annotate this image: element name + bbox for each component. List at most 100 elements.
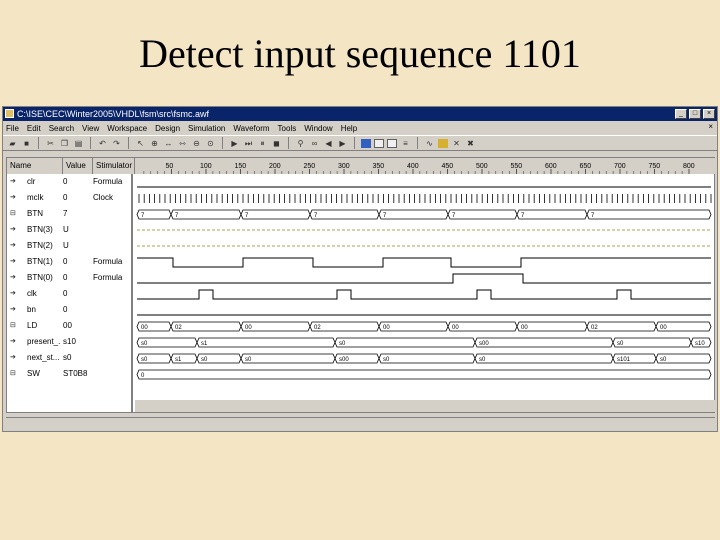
- close-button[interactable]: ×: [703, 109, 715, 119]
- new-waveform-icon[interactable]: [374, 138, 384, 148]
- save-icon[interactable]: ■: [21, 138, 32, 149]
- toolbar-separator: [128, 137, 129, 149]
- list-icon[interactable]: [387, 138, 397, 148]
- ruler-label: 600: [545, 163, 557, 170]
- signal-name: clk: [27, 289, 37, 298]
- mdi-close-icon[interactable]: ×: [708, 122, 713, 131]
- signal-row[interactable]: ➔ bn 0: [7, 302, 133, 318]
- ruler-label: 250: [304, 163, 316, 170]
- marker-icon[interactable]: ✕: [451, 138, 462, 149]
- zoom-in-icon[interactable]: ⊕: [149, 138, 160, 149]
- minimize-button[interactable]: _: [675, 109, 687, 119]
- ld-bus-label: 02: [314, 325, 321, 331]
- signal-value: U: [63, 241, 69, 250]
- signal-stimulator[interactable]: Formula: [93, 270, 131, 286]
- present-state-bus-label: s0: [141, 341, 148, 347]
- zoom-full-icon[interactable]: ⊙: [205, 138, 216, 149]
- next-edge-icon[interactable]: ▶: [337, 138, 348, 149]
- find-icon[interactable]: ⚲: [295, 138, 306, 149]
- signal-name: mclk: [27, 193, 44, 202]
- menu-tools[interactable]: Tools: [278, 124, 297, 133]
- signal-name: BTN: [27, 209, 43, 218]
- horizontal-scrollbar[interactable]: [135, 400, 716, 412]
- menu-help[interactable]: Help: [341, 124, 357, 133]
- signal-row[interactable]: ➔ mclk 0 Clock: [7, 190, 133, 206]
- signal-row[interactable]: ➔ BTN(0) 0 Formula: [7, 270, 133, 286]
- binoculars-icon[interactable]: ∞: [309, 138, 320, 149]
- toolbar-separator: [417, 137, 418, 149]
- signal-row[interactable]: ⊟ SW ST0B8: [7, 366, 133, 382]
- add-signal-icon[interactable]: [361, 138, 371, 148]
- bus-edit-icon[interactable]: ≡: [400, 138, 411, 149]
- paste-icon[interactable]: ▤: [73, 138, 84, 149]
- btn-bus-segment: [309, 209, 380, 220]
- prev-edge-icon[interactable]: ◀: [323, 138, 334, 149]
- menu-design[interactable]: Design: [155, 124, 180, 133]
- next-state-bus-label: s0: [201, 357, 208, 363]
- value-column-header[interactable]: Value: [63, 158, 93, 174]
- signal-row[interactable]: ➔ BTN(1) 0 Formula: [7, 254, 133, 270]
- stop-icon[interactable]: ◼: [271, 138, 282, 149]
- signal-name: LD: [27, 321, 38, 330]
- window-titlebar[interactable]: C:\ISE\CEC\Winter2005\VHDL\fsm\src\fsmc.…: [3, 107, 717, 121]
- menu-simulation[interactable]: Simulation: [188, 124, 225, 133]
- step-icon[interactable]: ⏭: [243, 138, 254, 149]
- menu-file[interactable]: File: [6, 124, 19, 133]
- toolbar: ▰ ■ ✂ ❐ ▤ ↶ ↷ ↖ ⊕ ↔ ⇿ ⊖ ⊙ ▶ ⏭ ⏸ ◼ ⚲ ∞ ◀ …: [3, 135, 717, 151]
- waveform-panel: Name Value Stimulator ➔ clr 0 Formula ➔ mclk 0…: [6, 157, 716, 414]
- btn-bus-label: 7: [175, 213, 179, 219]
- signal-row[interactable]: ⊟ BTN 7: [7, 206, 133, 222]
- slide-title: Detect input sequence 1101: [139, 31, 581, 76]
- open-folder-icon[interactable]: ▰: [7, 138, 18, 149]
- cursor-icon[interactable]: [438, 138, 448, 148]
- signal-row[interactable]: ⊟ LD 00: [7, 318, 133, 334]
- ruler-label: 400: [407, 163, 419, 170]
- signal-row[interactable]: ➔ BTN(3) U: [7, 222, 133, 238]
- menu-search[interactable]: Search: [49, 124, 74, 133]
- menu-waveform[interactable]: Waveform: [233, 124, 269, 133]
- signal-row[interactable]: ➔ present_...s10: [7, 334, 133, 350]
- toolbar-separator: [354, 137, 355, 149]
- next-state-bus-label: s0: [245, 357, 252, 363]
- bus-icon: ⊟: [10, 210, 16, 217]
- waveform-canvas[interactable]: 50 100 150 200 250 300 350 400 450 500 550 600 650 70…: [135, 158, 716, 414]
- menu-workspace[interactable]: Workspace: [107, 124, 147, 133]
- output-arrow-icon: ➔: [10, 354, 16, 361]
- input-arrow-icon: ➔: [10, 242, 16, 249]
- select-icon[interactable]: ↖: [135, 138, 146, 149]
- menu-view[interactable]: View: [82, 124, 99, 133]
- ld-bus-label: 00: [660, 325, 667, 331]
- copy-icon[interactable]: ❐: [59, 138, 70, 149]
- zoom-range-icon[interactable]: ↔: [163, 138, 174, 149]
- next-state-bus-label: s00: [339, 357, 349, 363]
- btn-bus-segment: [240, 209, 311, 220]
- run-icon[interactable]: ▶: [229, 138, 240, 149]
- input-arrow-icon: ➔: [10, 226, 16, 233]
- maximize-button[interactable]: □: [689, 109, 701, 119]
- zoom-out-icon[interactable]: ⊖: [191, 138, 202, 149]
- pause-icon[interactable]: ⏸: [257, 138, 268, 149]
- cut-icon[interactable]: ✂: [45, 138, 56, 149]
- digital-waveform: [137, 273, 711, 284]
- stimulator-column-header[interactable]: Stimulator: [93, 158, 135, 174]
- redo-icon[interactable]: ↷: [111, 138, 122, 149]
- undo-icon[interactable]: ↶: [97, 138, 108, 149]
- btn-bus-label: 7: [245, 213, 249, 219]
- signal-row[interactable]: ➔ clr 0 Formula: [7, 174, 133, 190]
- ld-bus-label: 02: [591, 325, 598, 331]
- zoom-fit-icon[interactable]: ⇿: [177, 138, 188, 149]
- menu-window[interactable]: Window: [304, 124, 332, 133]
- signal-stimulator[interactable]: Clock: [93, 190, 131, 206]
- next-state-bus-label: s0: [479, 357, 486, 363]
- name-column-header[interactable]: Name: [7, 158, 63, 174]
- signal-row[interactable]: ➔ BTN(2) U: [7, 238, 133, 254]
- signal-row[interactable]: ➔ clk 0: [7, 286, 133, 302]
- clear-markers-icon[interactable]: ✖: [465, 138, 476, 149]
- stimulator-icon[interactable]: ∿: [424, 138, 435, 149]
- btn-bus-segment: [586, 209, 712, 220]
- signal-stimulator[interactable]: Formula: [93, 174, 131, 190]
- signal-name: BTN(3): [27, 225, 53, 234]
- menu-edit[interactable]: Edit: [27, 124, 41, 133]
- signal-row[interactable]: ➔ next_st... s0: [7, 350, 133, 366]
- signal-stimulator[interactable]: Formula: [93, 254, 131, 270]
